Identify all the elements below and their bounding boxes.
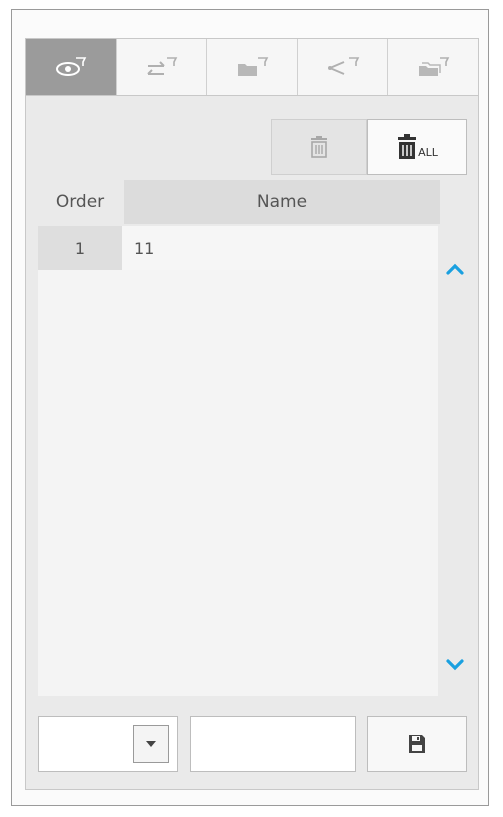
column-header-name[interactable]: Name xyxy=(124,180,440,224)
share-filter-icon xyxy=(327,57,359,75)
tab-folder-filter[interactable] xyxy=(207,39,298,95)
tab-share-filter[interactable] xyxy=(298,39,389,95)
tab-eye-filter[interactable] xyxy=(26,39,117,95)
filter-list: 1 11 xyxy=(38,226,438,696)
trash-icon xyxy=(311,136,327,158)
eye-filter-icon xyxy=(55,57,87,76)
scroll-down-button[interactable] xyxy=(442,652,468,678)
select-dropdown-button[interactable] xyxy=(133,725,169,763)
row-name: 11 xyxy=(122,226,438,270)
swap-filter-icon xyxy=(147,57,178,75)
tab-bar xyxy=(25,38,479,96)
chevron-down-icon xyxy=(446,659,464,671)
folders-filter-icon xyxy=(419,57,450,76)
save-button[interactable] xyxy=(367,716,467,772)
delete-all-button[interactable]: ALL xyxy=(367,119,467,175)
scroll-up-button[interactable] xyxy=(442,256,468,282)
row-order: 1 xyxy=(38,226,122,270)
column-header-order[interactable]: Order xyxy=(38,180,122,224)
tab-swap-filter[interactable] xyxy=(117,39,208,95)
chevron-up-icon xyxy=(446,263,464,275)
caret-down-icon xyxy=(146,741,156,747)
scrollbar[interactable] xyxy=(438,226,472,696)
tab-folders-filter[interactable] xyxy=(388,39,478,95)
filter-select[interactable] xyxy=(38,716,178,772)
folder-filter-icon xyxy=(237,57,269,76)
filter-name-input[interactable] xyxy=(190,716,356,772)
delete-button[interactable] xyxy=(271,119,367,175)
delete-all-label: ALL xyxy=(418,145,438,159)
save-icon xyxy=(409,735,425,753)
table-row[interactable]: 1 11 xyxy=(38,226,438,270)
